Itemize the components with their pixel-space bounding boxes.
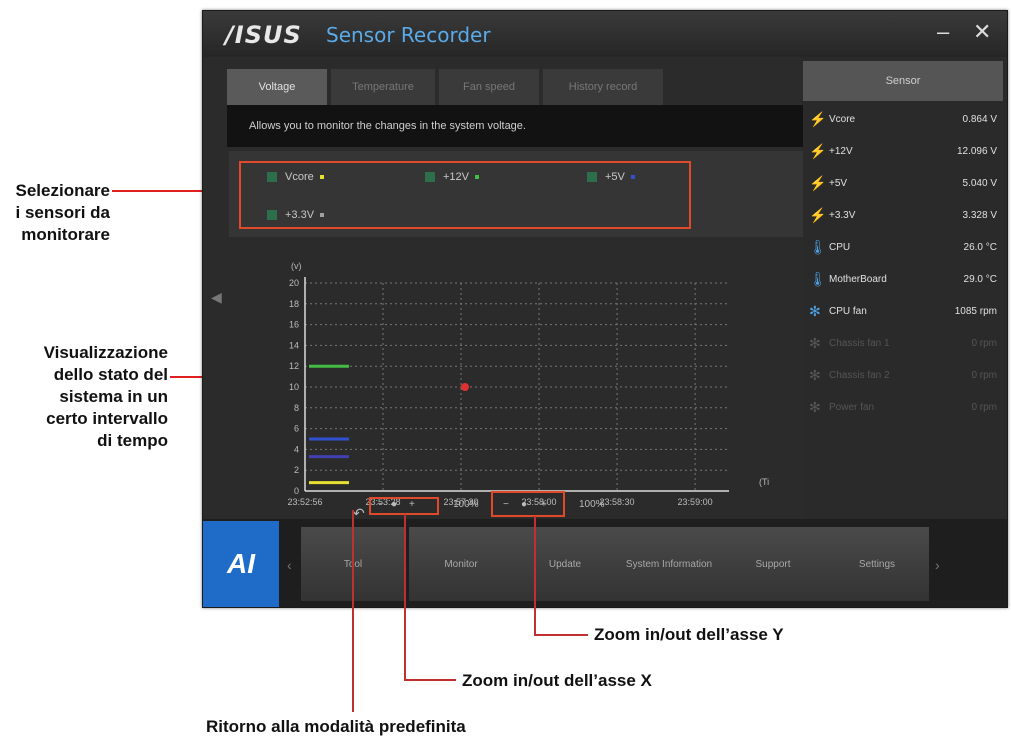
sensor-name: +12V <box>829 146 853 157</box>
sensor-name: CPU fan <box>829 306 867 317</box>
callout-default-mode: Ritorno alla modalità predefinita <box>206 717 466 736</box>
description-text: Allows you to monitor the changes in the… <box>249 120 526 132</box>
minimize-button[interactable]: – <box>937 19 949 45</box>
callout-line-y-v <box>534 516 536 636</box>
callout-select-sensors: Selezionare i sensori da monitorare <box>15 181 111 244</box>
y-tick-label: 18 <box>289 299 299 309</box>
callout-zoom-x: Zoom in/out dell’asse X <box>462 671 652 690</box>
nav-update[interactable]: Update <box>513 527 617 601</box>
y-tick-label: 16 <box>289 320 299 330</box>
x-zoom-slider-icon[interactable]: ● <box>391 499 397 510</box>
y-zoom-level: 100% <box>579 499 605 510</box>
nav-monitor[interactable]: Monitor <box>409 527 513 601</box>
nav-settings[interactable]: Settings <box>825 527 929 601</box>
sensor-name: Chassis fan 1 <box>829 338 890 349</box>
fan-icon: ✻ <box>809 399 821 415</box>
bolt-icon: ⚡ <box>809 207 827 223</box>
sensor-value: 0 rpm <box>971 402 997 413</box>
fan-icon: ✻ <box>809 367 821 383</box>
sensor-name: Power fan <box>829 402 875 413</box>
sensor-value: 3.328 V <box>962 210 997 221</box>
sensor-name: +3.3V <box>829 210 856 221</box>
sensor-name: MotherBoard <box>829 274 887 285</box>
y-tick-label: 10 <box>289 382 299 392</box>
sensor-panel-header: Sensor <box>803 61 1003 101</box>
title-bar: /ISUS Sensor Recorder – ✕ <box>203 11 1007 57</box>
sensor-row: 🌡 CPU 26.0 °C <box>803 233 1003 263</box>
y-axis-label: (v) <box>291 261 302 271</box>
left-arrow-icon[interactable]: ◀ <box>211 289 222 306</box>
sensor-row: ✻ Power fan 0 rpm <box>803 393 1003 423</box>
sensor-row: ✻ Chassis fan 2 0 rpm <box>803 361 1003 391</box>
y-zoom-in-button[interactable]: + <box>541 499 547 510</box>
bolt-icon: ⚡ <box>809 143 827 159</box>
y-tick-label: 0 <box>294 486 299 496</box>
sensor-row: ⚡ +5V 5.040 V <box>803 169 1003 199</box>
nav-support[interactable]: Support <box>721 527 825 601</box>
y-tick-label: 6 <box>294 424 299 434</box>
x-axis-label: (Time) <box>759 477 769 487</box>
bolt-icon: ⚡ <box>809 175 827 191</box>
y-tick-label: 12 <box>289 361 299 371</box>
tab-voltage[interactable]: Voltage <box>227 69 327 105</box>
y-tick-label: 8 <box>294 403 299 413</box>
y-tick-label: 2 <box>294 465 299 475</box>
voltage-chart: 0246810121416182023:52:56 23:53:28 23:57:3… <box>287 261 784 507</box>
sensor-value: 0 rpm <box>971 338 997 349</box>
callout-zoom-y: Zoom in/out dell’asse Y <box>594 625 784 644</box>
fan-icon: ✻ <box>809 303 821 319</box>
sensor-value: 26.0 °C <box>963 242 997 253</box>
callout-line-y-h <box>534 634 588 636</box>
sensor-value: 29.0 °C <box>963 274 997 285</box>
y-tick-label: 4 <box>294 444 299 454</box>
tab-fan-speed[interactable]: Fan speed <box>439 69 539 105</box>
sensor-row: ✻ CPU fan 1085 rpm <box>803 297 1003 327</box>
x-zoom-out-button[interactable]: − <box>377 499 383 510</box>
sensor-value: 5.040 V <box>962 178 997 189</box>
sensor-row: ⚡ Vcore 0.864 V <box>803 105 1003 135</box>
close-button[interactable]: ✕ <box>973 19 991 45</box>
window-title: Sensor Recorder <box>326 23 491 47</box>
bolt-icon: ⚡ <box>809 111 827 127</box>
sensor-row: ⚡ +3.3V 3.328 V <box>803 201 1003 231</box>
y-zoom-out-button[interactable]: − <box>503 499 509 510</box>
asus-logo: /ISUS <box>225 21 302 49</box>
sensor-value: 1085 rpm <box>954 306 997 317</box>
y-zoom-slider-icon[interactable]: ● <box>521 499 527 510</box>
sensor-name: Chassis fan 2 <box>829 370 890 381</box>
nav-left-arrow-icon[interactable]: ‹ <box>287 557 292 573</box>
y-tick-label: 14 <box>289 340 299 350</box>
sensor-value: 0.864 V <box>962 114 997 125</box>
sensor-row: ✻ Chassis fan 1 0 rpm <box>803 329 1003 359</box>
x-tick-label: 23:52:56 <box>287 497 322 507</box>
callout-marker-dot <box>461 383 469 391</box>
x-tick-label: 23:59:00 <box>678 497 713 507</box>
callout-line-x-v <box>404 514 406 680</box>
x-zoom-in-button[interactable]: + <box>409 499 415 510</box>
sensor-value: 0 rpm <box>971 370 997 381</box>
sensor-row: 🌡 MotherBoard 29.0 °C <box>803 265 1003 295</box>
callout-state-view: Visualizzazione dello stato del sistema … <box>43 343 168 450</box>
y-tick-label: 20 <box>289 278 299 288</box>
sensor-value: 12.096 V <box>956 146 997 157</box>
sensor-name: CPU <box>829 242 851 253</box>
sensor-selection-highlight <box>239 161 691 229</box>
callout-line-default-v <box>352 510 354 712</box>
sensor-name: +5V <box>829 178 848 189</box>
nav-system-information[interactable]: System Information <box>617 527 721 601</box>
sensor-recorder-window: /ISUS Sensor Recorder – ✕ ◀ ◀ Voltage Te… <box>202 10 1008 608</box>
thermometer-icon: 🌡 <box>809 239 827 255</box>
ai-suite-logo[interactable]: AI <box>203 521 279 607</box>
x-zoom-level: 100% <box>453 499 479 510</box>
callout-line-x-h <box>404 679 456 681</box>
tab-temperature[interactable]: Temperature <box>331 69 435 105</box>
fan-icon: ✻ <box>809 335 821 351</box>
thermometer-icon: 🌡 <box>809 271 827 287</box>
tab-history-record[interactable]: History record <box>543 69 663 105</box>
sensor-name: Vcore <box>829 114 856 125</box>
sensor-row: ⚡ +12V 12.096 V <box>803 137 1003 167</box>
nav-right-arrow-icon[interactable]: › <box>935 557 940 573</box>
